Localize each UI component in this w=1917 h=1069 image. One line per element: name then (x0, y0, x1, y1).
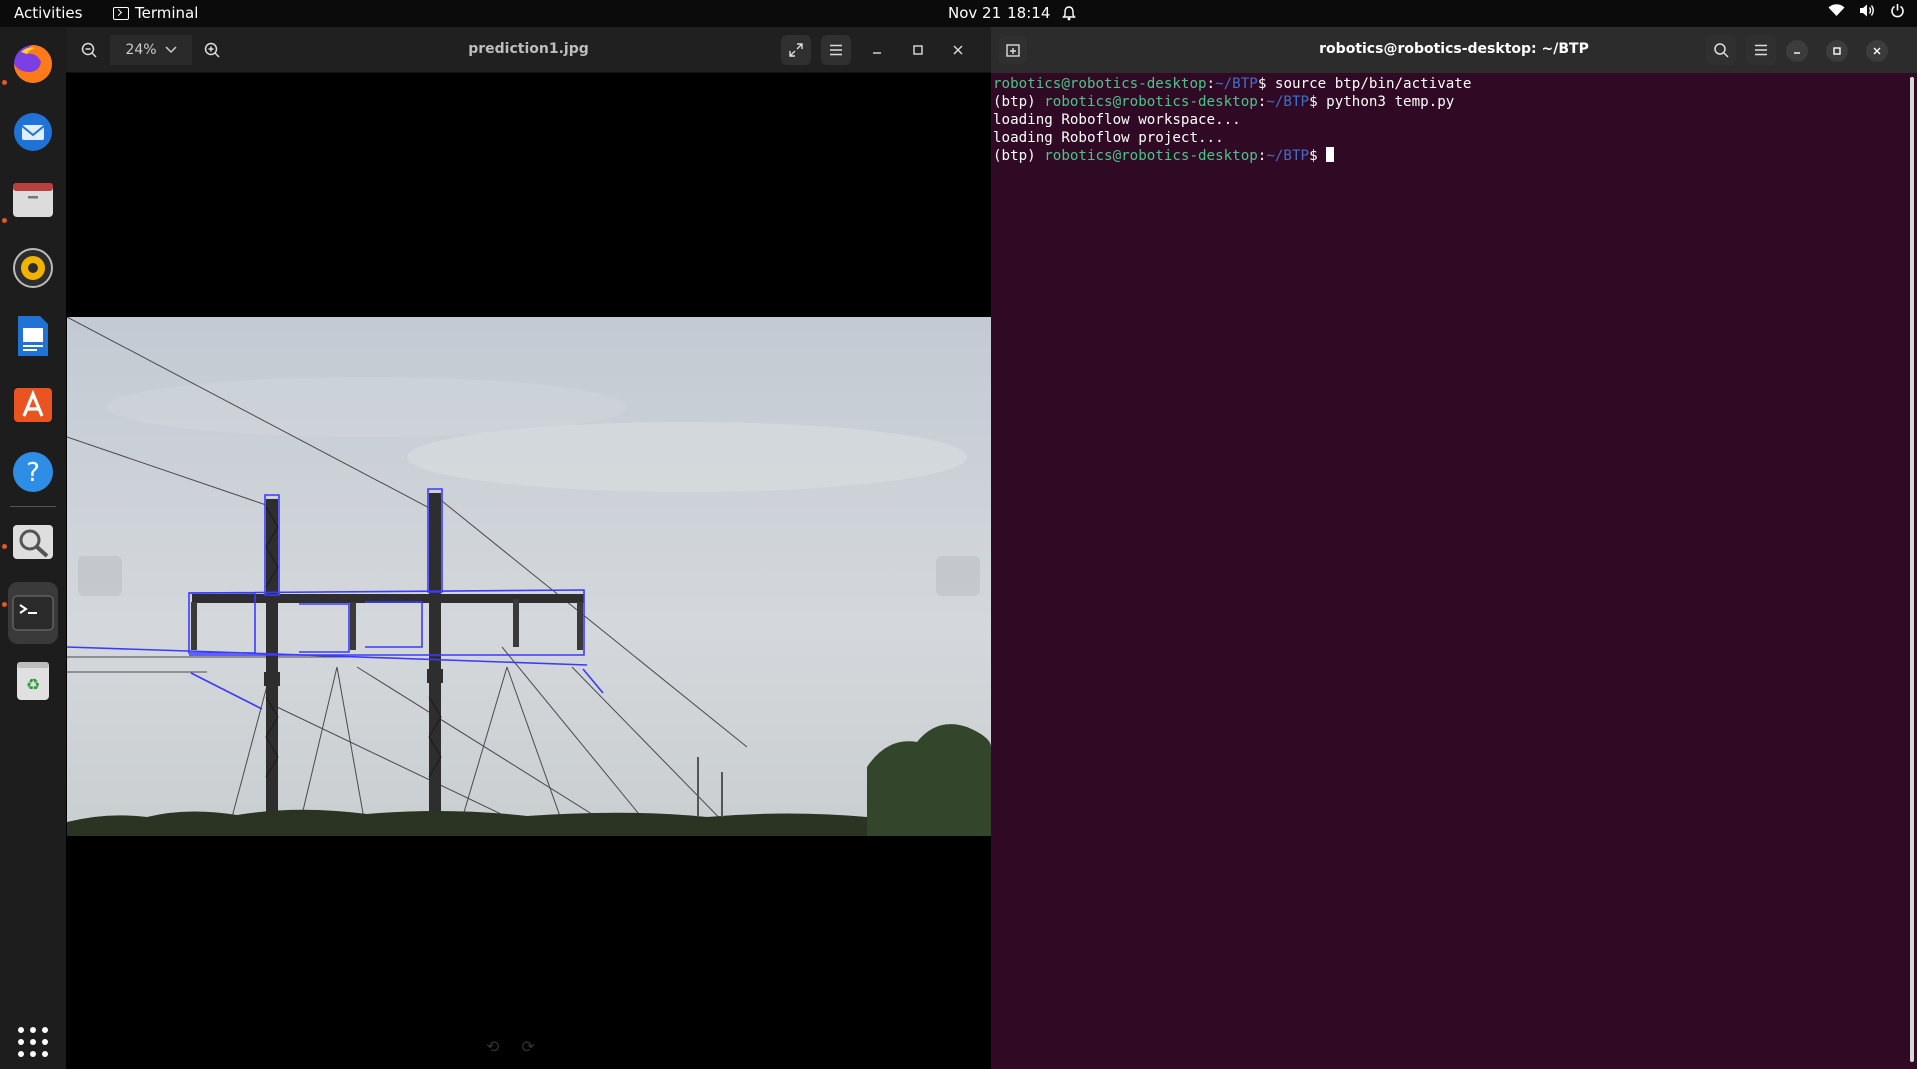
prompt-user: robotics@robotics-desktop (993, 76, 1207, 92)
clock-time: 18:14 (1007, 4, 1051, 22)
next-image-button[interactable] (936, 556, 980, 596)
terminal-line: loading Roboflow workspace... (993, 112, 1241, 128)
terminal-icon[interactable] (8, 582, 58, 644)
prompt-env: (btp) (993, 148, 1045, 164)
terminal-title: robotics@robotics-desktop: ~/BTP (1319, 41, 1589, 57)
terminal-menu-button[interactable] (1746, 35, 1776, 65)
prompt-path: ~/BTP (1266, 94, 1310, 110)
hamburger-menu-icon (830, 44, 842, 56)
maximize-icon (1833, 47, 1841, 55)
svg-text:♻: ♻ (26, 675, 40, 694)
fullscreen-icon (789, 43, 803, 57)
app-menu-label: Terminal (135, 4, 199, 22)
app-center-icon[interactable] (8, 379, 58, 429)
dock: ? ♻ (0, 27, 66, 1069)
top-bar: Activities Terminal Nov 21 18:14 (0, 0, 1917, 27)
command-text: python3 temp.py (1326, 94, 1455, 110)
command-text: source btp/bin/activate (1274, 76, 1472, 92)
viewer-maximize-button[interactable] (903, 35, 933, 65)
files-icon[interactable] (8, 175, 58, 225)
rotate-controls: ⟲ ⟳ (486, 1037, 535, 1056)
running-indicator (2, 218, 7, 223)
activities-button[interactable]: Activities (14, 4, 82, 22)
show-apps-icon[interactable] (8, 1017, 58, 1067)
system-tray[interactable] (1828, 3, 1905, 18)
rhythmbox-icon[interactable] (8, 243, 58, 293)
prompt-path: ~/BTP (1215, 76, 1258, 92)
viewer-header-bar: 24% prediction1.jpg (66, 27, 991, 73)
terminal-scrollbar[interactable] (1910, 77, 1914, 1062)
viewer-close-button[interactable] (943, 35, 973, 65)
running-indicator (2, 544, 7, 549)
terminal-cursor (1326, 147, 1335, 162)
search-icon (1713, 42, 1729, 58)
close-icon (953, 45, 963, 55)
viewer-menu-button[interactable] (821, 35, 851, 65)
trash-icon[interactable]: ♻ (8, 655, 58, 705)
terminal-output[interactable]: robotics@robotics-desktop:~/BTP$ source … (993, 75, 1893, 165)
minimize-icon (873, 52, 881, 54)
hamburger-menu-icon (1755, 44, 1767, 56)
clock-date: Nov 21 (948, 4, 1002, 22)
prompt-env: (btp) (993, 94, 1045, 110)
viewer-title: prediction1.jpg (468, 41, 589, 57)
clock[interactable]: Nov 21 18:14 (948, 4, 1077, 22)
terminal-minimize-button[interactable] (1786, 40, 1808, 62)
terminal-line: (btp) robotics@robotics-desktop:~/BTP$ (993, 147, 1893, 165)
terminal-search-button[interactable] (1706, 35, 1736, 65)
svg-text:?: ? (26, 458, 40, 488)
writer-icon[interactable] (8, 311, 58, 361)
viewer-minimize-button[interactable] (862, 35, 892, 65)
terminal-window[interactable]: robotics@robotics-desktop: ~/BTP robotic… (991, 27, 1917, 1069)
prediction-image (67, 317, 991, 836)
running-indicator (2, 602, 7, 607)
terminal-line: (btp) robotics@robotics-desktop:~/BTP$ p… (993, 94, 1455, 110)
close-icon (1873, 47, 1881, 55)
terminal-header-bar: robotics@robotics-desktop: ~/BTP (991, 27, 1917, 73)
power-icon (1891, 4, 1904, 18)
prompt-user: robotics@robotics-desktop (1044, 148, 1258, 164)
maximize-icon (913, 45, 923, 55)
rotate-left-icon[interactable]: ⟲ (486, 1037, 499, 1056)
wifi-icon (1828, 4, 1845, 16)
terminal-app-icon (113, 6, 129, 20)
dock-separator (10, 506, 56, 507)
terminal-line: robotics@robotics-desktop:~/BTP$ source … (993, 76, 1472, 92)
fullscreen-button[interactable] (781, 35, 811, 65)
minimize-icon (1794, 52, 1800, 54)
thunderbird-icon[interactable] (8, 107, 58, 157)
running-indicator (2, 80, 7, 85)
terminal-line: loading Roboflow project... (993, 130, 1224, 146)
terminal-close-button[interactable] (1866, 40, 1888, 62)
prompt-path: ~/BTP (1266, 148, 1310, 164)
image-viewer-window: 24% prediction1.jpg ⟲ ⟳ (66, 27, 991, 1069)
previous-image-button[interactable] (78, 556, 122, 596)
image-viewer-icon[interactable] (8, 517, 58, 567)
firefox-icon[interactable] (8, 39, 58, 89)
volume-icon (1860, 4, 1874, 17)
terminal-maximize-button[interactable] (1826, 40, 1848, 62)
rotate-right-icon[interactable]: ⟳ (521, 1037, 534, 1056)
prompt-user: robotics@robotics-desktop (1044, 94, 1258, 110)
app-menu[interactable]: Terminal (113, 4, 198, 22)
notification-bell-icon (1062, 5, 1077, 20)
help-icon[interactable]: ? (8, 447, 58, 497)
